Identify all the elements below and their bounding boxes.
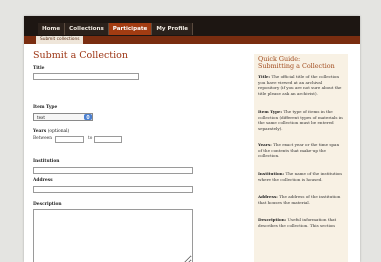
years-label: Years (optional) — [33, 129, 69, 134]
page-title: Submit a Collection — [33, 50, 128, 61]
guide-entry-address: Address: The address of the institution … — [258, 194, 344, 205]
guide-term: Address: — [258, 194, 278, 199]
nav-item-my-profile[interactable]: My Profile — [152, 23, 194, 35]
top-nav-bar: Home Collections Participate My Profile — [24, 16, 360, 36]
nav-item-home[interactable]: Home — [38, 23, 66, 35]
year-start-input[interactable] — [55, 136, 84, 143]
nav-item-collections[interactable]: Collections — [65, 23, 109, 35]
guide-term: Years: — [258, 142, 272, 147]
years-label-text: Years — [33, 129, 47, 134]
select-arrows-icon — [84, 114, 92, 120]
item-type-select[interactable]: text — [33, 113, 93, 121]
submit-form: Submit a Collection Title Item Type text… — [33, 50, 253, 262]
guide-entry-years: Years: The exact year or the time span o… — [258, 142, 344, 159]
guide-term: Description: — [258, 217, 287, 222]
to-label: to — [88, 136, 93, 141]
guide-term: Item Type: — [258, 109, 283, 114]
guide-entry-institution: Institution: The name of the institution… — [258, 171, 344, 182]
nav-item-participate[interactable]: Participate — [108, 23, 153, 35]
address-label: Address — [33, 178, 53, 183]
quick-guide-title-line2: Submitting a Collection — [258, 62, 335, 71]
guide-term: Institution: — [258, 171, 285, 176]
between-label: Between — [33, 136, 52, 141]
institution-input[interactable] — [33, 167, 193, 174]
item-type-selected-value: text — [37, 115, 45, 120]
browser-page: Home Collections Participate My Profile … — [24, 16, 360, 262]
description-label: Description — [33, 202, 62, 207]
guide-entry-title: Title: The official title of the collect… — [258, 74, 344, 96]
years-optional-text: (optional) — [47, 129, 70, 134]
guide-entry-item-type: Item Type: The type of items in the coll… — [258, 109, 344, 131]
guide-term: Title: — [258, 74, 271, 79]
main-nav: Home Collections Participate My Profile — [38, 23, 194, 35]
institution-label: Institution — [33, 159, 60, 164]
sub-nav-bar: Submit collections — [24, 36, 360, 44]
description-textarea[interactable] — [33, 209, 193, 262]
quick-guide-panel: Quick Guide: Submitting a Collection Tit… — [254, 54, 348, 262]
address-input[interactable] — [33, 186, 193, 193]
subnav-item-submit-collections[interactable]: Submit collections — [36, 36, 84, 44]
quick-guide-title: Quick Guide: Submitting a Collection — [258, 55, 346, 71]
item-type-label: Item Type — [33, 105, 58, 110]
guide-entry-description: Description: Useful information that des… — [258, 217, 344, 228]
guide-text: The official title of the collection you… — [258, 74, 342, 96]
title-input[interactable] — [33, 73, 139, 80]
year-end-input[interactable] — [94, 136, 122, 143]
title-label: Title — [33, 66, 45, 71]
